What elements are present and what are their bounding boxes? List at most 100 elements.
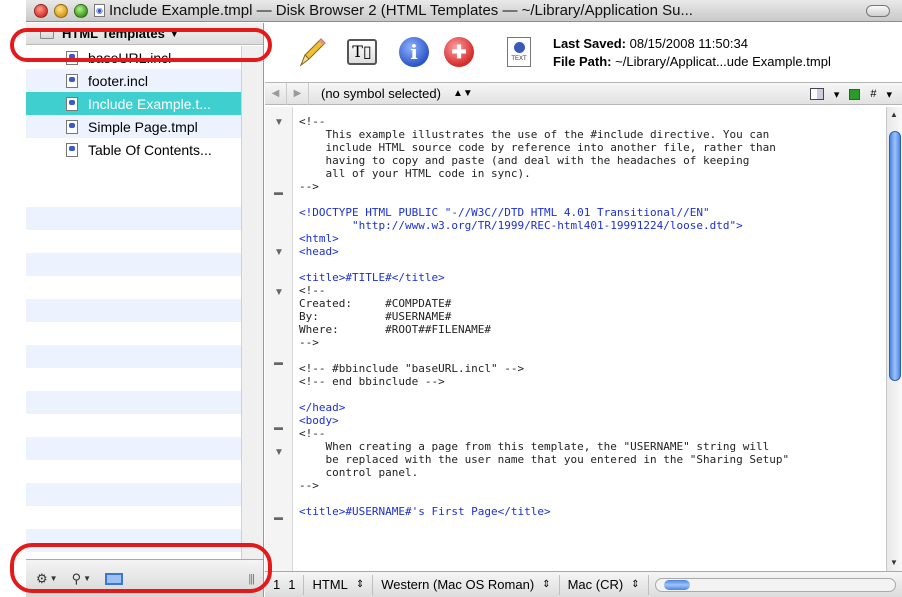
- fold-end-icon: ▬: [274, 187, 283, 197]
- html-file-icon: [66, 73, 78, 88]
- code-line: Where: #ROOT##FILENAME#: [299, 323, 492, 336]
- file-list-item[interactable]: footer.incl: [26, 69, 241, 92]
- sidebar-scrollbar[interactable]: [241, 46, 263, 559]
- code-line: <!-- #bbinclude "baseURL.incl" -->: [299, 362, 525, 375]
- code-line: <!DOCTYPE HTML PUBLIC "-//W3C//DTD HTML …: [299, 206, 710, 219]
- line-endings-label: Mac (CR): [567, 577, 624, 592]
- file-list-item-label: Simple Page.tmpl: [88, 118, 198, 135]
- scroll-thumb[interactable]: [663, 579, 690, 590]
- code-line: having to copy and paste (and deal with …: [299, 154, 750, 167]
- vertical-scrollbar[interactable]: ▲ ▼: [886, 107, 902, 571]
- folder-popup[interactable]: HTML Templates ▼: [26, 23, 263, 45]
- fold-open-icon[interactable]: ▼: [274, 247, 284, 258]
- code-editor[interactable]: ▼ ▬ ▼ ▼ ▬ ▬ ▼ ▬ <!-- This example illust…: [265, 107, 902, 571]
- language-popup[interactable]: HTML ⇕: [304, 574, 374, 595]
- navigation-bar: ◀ ▶ (no symbol selected) ▲▼ ▾ # ▾: [265, 82, 902, 105]
- gear-icon: ⚙: [36, 570, 48, 586]
- horizontal-scrollbar[interactable]: [654, 577, 896, 592]
- fold-open-icon[interactable]: ▼: [274, 287, 284, 298]
- panel-view-icon[interactable]: [105, 572, 124, 585]
- updown-arrows-icon: ⇕: [355, 579, 365, 590]
- code-line: <body>: [299, 414, 339, 427]
- line-number: 1: [273, 577, 281, 592]
- fold-end-icon: ▬: [274, 357, 283, 367]
- html-file-icon: [66, 96, 78, 111]
- symbol-popup-label: (no symbol selected): [321, 86, 441, 101]
- window-controls: [34, 3, 88, 18]
- code-line: By: #USERNAME#: [299, 310, 452, 323]
- status-bar: 1 1 HTML ⇕ Western (Mac OS Roman) ⇕ Mac …: [265, 571, 902, 597]
- minimize-window-button[interactable]: [54, 3, 68, 18]
- code-line: This example illustrates the use of the …: [299, 128, 770, 141]
- stop-sign-icon[interactable]: ✚: [440, 33, 478, 71]
- file-path-value[interactable]: ~/Library/Applicat...ude Example.tmpl: [615, 54, 831, 69]
- folder-icon: [40, 28, 54, 39]
- file-list-item[interactable]: Table Of Contents...: [26, 138, 241, 161]
- updown-arrows-icon: ▲▼: [452, 88, 473, 99]
- close-window-button[interactable]: [34, 3, 48, 18]
- last-saved-label: Last Saved:: [553, 36, 626, 51]
- resize-grip-icon[interactable]: |||: [248, 573, 255, 585]
- action-menu-button[interactable]: ⚙ ▼: [36, 571, 58, 587]
- markers-icon[interactable]: [849, 88, 861, 100]
- toolbar-toggle-button[interactable]: [866, 5, 890, 17]
- cursor-position[interactable]: 1 1: [265, 574, 305, 595]
- chevron-down-icon: ▼: [83, 574, 92, 583]
- code-line: all of your HTML code in sync).: [299, 167, 531, 180]
- code-line: include HTML source code by reference in…: [299, 141, 776, 154]
- code-line: <!--: [299, 284, 326, 297]
- code-line: <html>: [299, 232, 339, 245]
- search-menu-button[interactable]: ⚲ ▼: [72, 571, 91, 587]
- fold-open-icon[interactable]: ▼: [274, 117, 284, 128]
- scroll-thumb[interactable]: [889, 131, 901, 381]
- fold-open-icon[interactable]: ▼: [274, 447, 284, 458]
- text-options-icon[interactable]: T▯: [343, 33, 381, 71]
- code-line: -->: [299, 180, 319, 193]
- encoding-label: Western (Mac OS Roman): [381, 577, 535, 592]
- info-icon[interactable]: i: [395, 33, 433, 71]
- counterpart-button[interactable]: #: [870, 88, 876, 100]
- text-document-icon[interactable]: TEXT: [500, 33, 538, 71]
- forward-arrow-icon[interactable]: ▶: [287, 82, 309, 105]
- code-text[interactable]: <!-- This example illustrates the use of…: [299, 115, 789, 518]
- code-line: Created: #COMPDATE#: [299, 297, 452, 310]
- file-list-item-label: baseURL.incl: [88, 49, 172, 66]
- scroll-up-arrow-icon[interactable]: ▲: [890, 110, 898, 119]
- editor-toolbar: T▯ i ✚ TEXT Last Saved: 08/15/2008 11:50…: [265, 23, 902, 83]
- zoom-window-button[interactable]: [74, 3, 88, 18]
- book-icon[interactable]: [809, 88, 824, 100]
- language-label: HTML: [312, 577, 348, 592]
- file-info: Last Saved: 08/15/2008 11:50:34 File Pat…: [553, 35, 831, 71]
- code-line: When creating a page from this template,…: [299, 440, 770, 453]
- chevron-down-icon: ▼: [169, 28, 179, 39]
- scroll-down-arrow-icon[interactable]: ▼: [890, 558, 898, 567]
- code-line: </head>: [299, 401, 346, 414]
- document-proxy-icon[interactable]: ◉: [94, 4, 105, 17]
- file-list-item-label: footer.incl: [88, 72, 148, 89]
- updown-arrows-icon: ⇕: [631, 579, 640, 590]
- last-saved-value: 08/15/2008 11:50:34: [629, 36, 748, 51]
- file-list-item-label: Include Example.t...: [88, 95, 211, 112]
- encoding-popup[interactable]: Western (Mac OS Roman) ⇕: [373, 574, 560, 595]
- symbol-popup[interactable]: (no symbol selected) ▲▼: [309, 86, 473, 101]
- file-list-background: [26, 184, 241, 559]
- fold-end-icon: ▬: [274, 422, 283, 432]
- code-line: <head>: [299, 245, 339, 258]
- code-line: <title>#TITLE#</title>: [299, 271, 445, 284]
- back-arrow-icon[interactable]: ◀: [265, 82, 287, 105]
- line-endings-popup[interactable]: Mac (CR) ⇕: [560, 574, 649, 595]
- navigation-right-controls: ▾ # ▾: [809, 83, 892, 105]
- code-line: control panel.: [299, 466, 419, 479]
- window-title: Include Example.tmpl — Disk Browser 2 (H…: [109, 2, 693, 19]
- folder-label: HTML Templates: [62, 26, 165, 41]
- file-list-item[interactable]: baseURL.incl: [26, 46, 241, 69]
- file-list-item[interactable]: Simple Page.tmpl: [26, 115, 241, 138]
- file-path-label: File Path:: [553, 54, 612, 69]
- file-list-item[interactable]: Include Example.t...: [26, 92, 241, 115]
- pencil-icon[interactable]: [293, 33, 331, 71]
- chevron-down-icon: ▼: [49, 574, 58, 583]
